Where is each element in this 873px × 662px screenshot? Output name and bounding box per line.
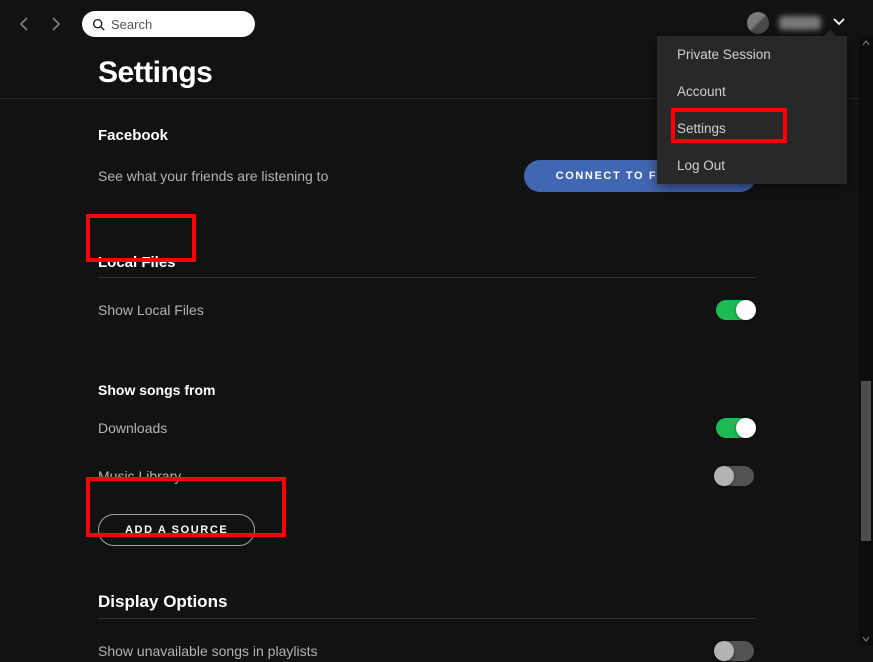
show-local-files-label: Show Local Files <box>98 302 204 318</box>
show-songs-from-heading: Show songs from <box>98 382 775 398</box>
source-music-library-label: Music Library <box>98 468 181 484</box>
menu-account[interactable]: Account <box>657 73 847 110</box>
scrollbar-thumb[interactable] <box>861 381 871 541</box>
scroll-down-icon[interactable] <box>859 632 873 646</box>
menu-private-session[interactable]: Private Session <box>657 36 847 73</box>
nav-back-button[interactable] <box>16 16 32 32</box>
show-unavailable-toggle[interactable] <box>716 641 754 661</box>
search-input[interactable] <box>111 17 245 32</box>
avatar[interactable] <box>747 12 769 34</box>
menu-settings[interactable]: Settings <box>657 110 847 147</box>
add-source-button[interactable]: ADD A SOURCE <box>98 514 255 546</box>
facebook-description: See what your friends are listening to <box>98 168 328 184</box>
window-scrollbar[interactable] <box>859 36 873 646</box>
divider <box>98 618 756 619</box>
source-downloads-toggle[interactable] <box>716 418 754 438</box>
divider <box>98 277 756 278</box>
local-files-heading: Local Files <box>98 254 775 271</box>
username <box>779 16 821 30</box>
nav-forward-button[interactable] <box>48 16 64 32</box>
source-music-library-toggle[interactable] <box>716 466 754 486</box>
source-downloads-label: Downloads <box>98 420 167 436</box>
search-box[interactable] <box>82 11 255 37</box>
show-unavailable-label: Show unavailable songs in playlists <box>98 643 317 659</box>
scroll-up-icon[interactable] <box>859 36 873 50</box>
menu-log-out[interactable]: Log Out <box>657 147 847 184</box>
user-dropdown: Private Session Account Settings Log Out <box>657 36 847 184</box>
search-icon <box>92 18 105 31</box>
display-options-heading: Display Options <box>98 592 775 612</box>
show-local-files-toggle[interactable] <box>716 300 754 320</box>
